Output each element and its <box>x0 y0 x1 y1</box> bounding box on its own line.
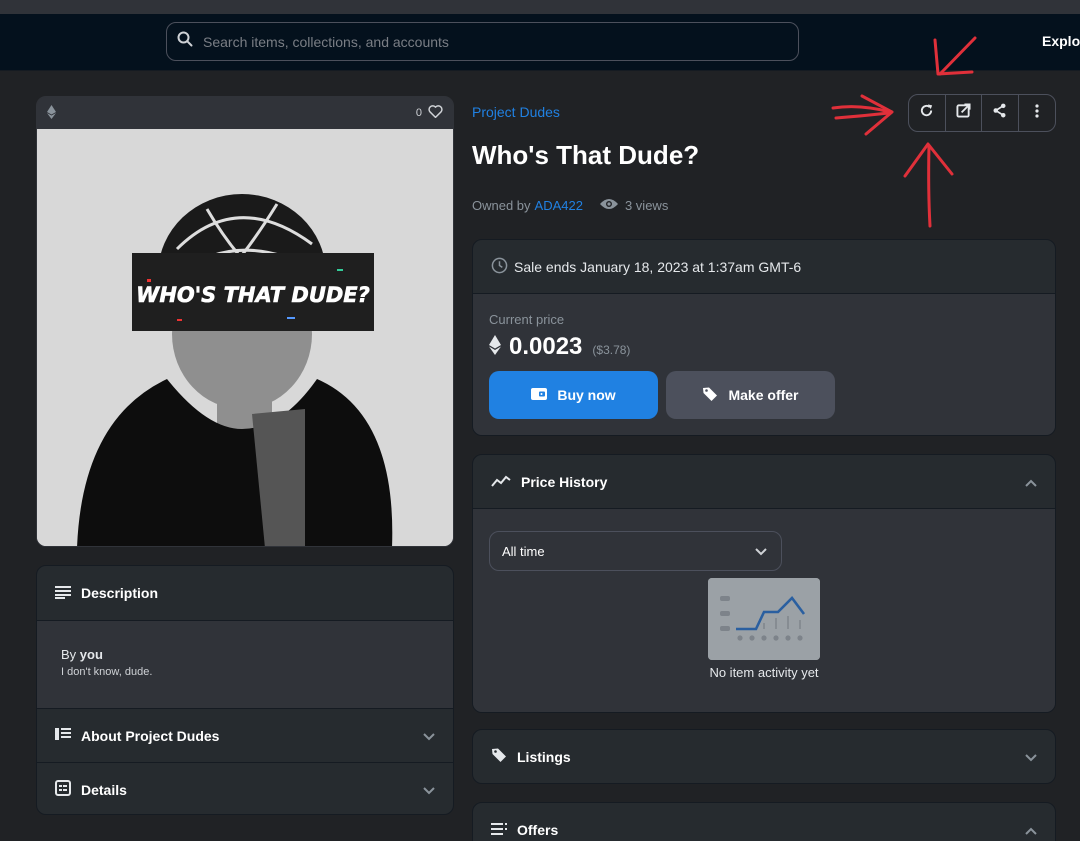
top-navbar: Explor <box>0 14 1080 71</box>
views-count: 3 views <box>599 198 668 213</box>
item-toolbar <box>908 94 1056 132</box>
lines-icon <box>55 585 71 602</box>
description-panel: Description By you I don't know, dude. A… <box>36 565 454 815</box>
more-options-button[interactable] <box>1019 95 1055 131</box>
make-offer-label: Make offer <box>728 387 799 403</box>
description-text: I don't know, dude. <box>61 666 153 678</box>
owned-by-label: Owned by <box>472 198 531 213</box>
price-history-header[interactable]: Price History <box>473 455 1055 509</box>
current-price-label: Current price <box>489 312 565 327</box>
chevron-down-icon <box>423 782 435 798</box>
chevron-up-icon <box>1025 474 1037 490</box>
time-range-select[interactable]: All time <box>489 531 782 571</box>
open-external-button[interactable] <box>946 95 982 131</box>
external-link-icon <box>956 103 971 123</box>
artwork-caption: WHO'S THAT DUDE? <box>136 283 370 307</box>
owner-line: Owned by ADA422 3 views <box>472 198 668 213</box>
owner-link[interactable]: ADA422 <box>535 198 583 213</box>
by-prefix: By <box>61 647 77 662</box>
share-button[interactable] <box>982 95 1019 131</box>
item-title: Who's That Dude? <box>472 140 700 170</box>
details-accordion[interactable]: Details <box>37 762 453 814</box>
details-icon <box>55 780 71 799</box>
sale-panel: Sale ends January 18, 2023 at 1:37am GMT… <box>472 239 1056 436</box>
search-bar[interactable] <box>166 22 799 61</box>
make-offer-button[interactable]: Make offer <box>666 371 835 419</box>
time-range-value: All time <box>502 543 545 559</box>
item-media-card: 0 WHO'S THAT DUDE? <box>36 96 454 547</box>
description-body: By you I don't know, dude. <box>37 620 453 708</box>
more-icon <box>1035 103 1039 123</box>
empty-chart-illustration <box>708 578 820 660</box>
ethereum-icon <box>489 334 501 360</box>
share-icon <box>992 103 1007 123</box>
sale-ends-text: Sale ends January 18, 2023 at 1:37am GMT… <box>514 258 802 275</box>
empty-activity-text: No item activity yet <box>709 665 819 680</box>
sale-body: Current price 0.0023 ($3.78) Buy now Mak… <box>473 294 1055 435</box>
search-icon <box>177 31 193 52</box>
refresh-icon <box>919 103 934 123</box>
price-row: 0.0023 ($3.78) <box>489 333 1039 361</box>
collection-link[interactable]: Project Dudes <box>472 104 560 120</box>
media-header: 0 <box>37 97 453 129</box>
chevron-down-icon <box>1025 749 1037 765</box>
details-title: Details <box>81 781 127 798</box>
trend-line-icon <box>491 474 511 490</box>
about-collection-title: About Project Dudes <box>81 727 220 744</box>
views-label: 3 views <box>624 198 669 213</box>
listings-accordion[interactable]: Listings <box>472 729 1056 784</box>
heart-icon[interactable] <box>428 105 443 121</box>
description-header[interactable]: Description <box>37 566 453 620</box>
creator-link[interactable]: you <box>80 647 103 662</box>
list-icon <box>491 822 507 838</box>
offers-accordion[interactable]: Offers <box>472 802 1056 841</box>
nft-artwork[interactable]: WHO'S THAT DUDE? <box>37 129 453 546</box>
refresh-button[interactable] <box>909 95 946 131</box>
offers-title: Offers <box>517 821 559 838</box>
favorites-count: 0 <box>415 107 422 119</box>
buy-now-button[interactable]: Buy now <box>489 371 658 419</box>
wallet-icon <box>531 387 548 404</box>
chevron-down-icon <box>755 544 767 559</box>
tag-icon <box>702 386 718 405</box>
eye-icon <box>599 198 619 213</box>
nav-explore-link[interactable]: Explor <box>1042 33 1080 49</box>
creator-line: By you <box>61 647 429 662</box>
tag-icon <box>491 747 507 766</box>
collection-info-icon <box>55 727 71 744</box>
price-history-body: All time No item activity yet <box>473 509 1055 712</box>
sale-header: Sale ends January 18, 2023 at 1:37am GMT… <box>473 240 1055 294</box>
favorite-control[interactable]: 0 <box>416 105 443 121</box>
browser-top-strip <box>0 0 1080 14</box>
buy-now-label: Buy now <box>557 387 616 403</box>
description-title: Description <box>81 585 159 601</box>
price-value: 0.0023 <box>509 333 583 360</box>
ethereum-icon <box>47 104 56 122</box>
listings-title: Listings <box>517 748 571 765</box>
price-history-title: Price History <box>521 473 608 490</box>
price-usd: ($3.78) <box>592 343 631 357</box>
about-collection-accordion[interactable]: About Project Dudes <box>37 708 453 762</box>
chevron-down-icon <box>423 728 435 744</box>
clock-icon <box>491 257 508 277</box>
search-input[interactable] <box>203 33 763 50</box>
chevron-up-icon <box>1025 822 1037 838</box>
price-history-panel: Price History All time No item activity … <box>472 454 1056 713</box>
